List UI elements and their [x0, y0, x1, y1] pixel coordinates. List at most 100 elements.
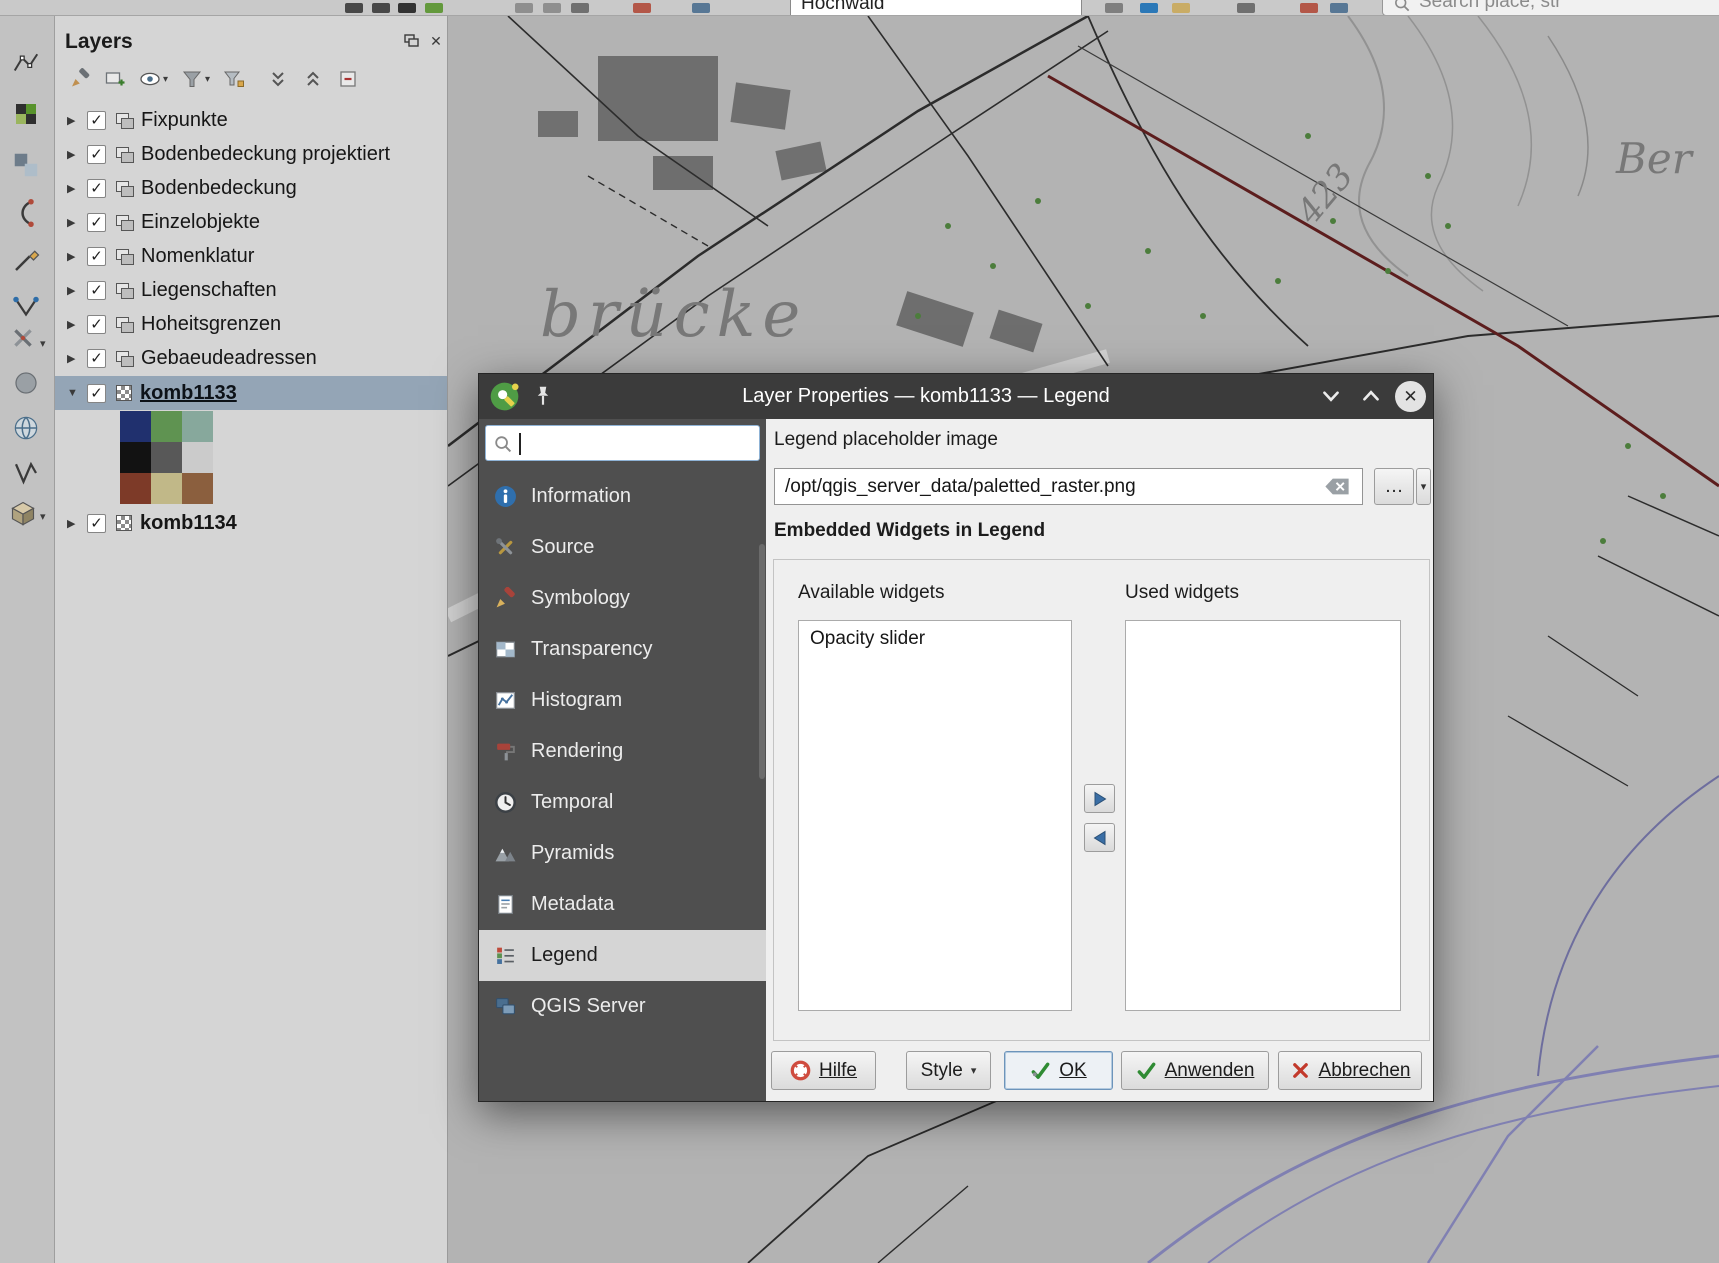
dialog-titlebar[interactable]: Layer Properties — komb1133 — Legend ✕ — [479, 374, 1433, 419]
apply-button[interactable]: Anwenden — [1121, 1051, 1269, 1090]
tab-rendering[interactable]: Rendering — [479, 726, 766, 777]
layer-tree-group[interactable]: ▶✓Bodenbedeckung projektiert — [55, 137, 447, 171]
layer-checkbox[interactable]: ✓ — [87, 145, 106, 164]
layer-tree-item-komb1133[interactable]: ▼✓komb1133 — [55, 376, 447, 410]
toolbar-icon-partial[interactable] — [633, 3, 651, 13]
expand-icon[interactable]: ▶ — [67, 250, 83, 263]
toolbar-icon-partial[interactable] — [1105, 3, 1123, 13]
expand-icon[interactable]: ▶ — [67, 114, 83, 127]
expand-icon[interactable]: ▶ — [67, 352, 83, 365]
expand-icon[interactable]: ▶ — [67, 517, 83, 530]
left-toolbar-button[interactable] — [8, 96, 44, 132]
toolbar-icon-partial[interactable] — [1237, 3, 1255, 13]
ok-button[interactable]: OK — [1004, 1051, 1113, 1090]
expand-icon[interactable]: ▶ — [67, 182, 83, 195]
expand-icon[interactable]: ▶ — [67, 318, 83, 331]
layer-tree-group[interactable]: ▶✓Gebaeudeadressen — [55, 341, 447, 375]
clear-field-icon[interactable] — [1324, 477, 1350, 496]
chevron-down-icon[interactable]: ▾ — [40, 337, 46, 350]
toolbar-icon-partial[interactable] — [1330, 3, 1348, 13]
close-dialog-button[interactable]: ✕ — [1395, 381, 1426, 412]
expand-icon[interactable]: ▶ — [67, 148, 83, 161]
path-dropdown-button[interactable]: ▾ — [1416, 468, 1431, 505]
left-toolbar-button[interactable] — [8, 147, 44, 183]
tab-source[interactable]: Source — [479, 522, 766, 573]
layer-checkbox[interactable]: ✓ — [87, 315, 106, 334]
remove-layer-button[interactable] — [335, 66, 361, 92]
collapse-icon[interactable]: ▼ — [67, 387, 83, 399]
collapse-all-button[interactable] — [300, 66, 326, 92]
left-toolbar-button[interactable] — [8, 365, 44, 401]
manage-map-themes-button[interactable] — [137, 66, 163, 92]
tab-symbology[interactable]: Symbology — [479, 573, 766, 624]
left-toolbar-button[interactable] — [8, 45, 44, 81]
layer-tree-group[interactable]: ▶✓Nomenklatur — [55, 239, 447, 273]
toolbar-icon-partial[interactable] — [1172, 3, 1190, 13]
properties-search-input[interactable] — [518, 428, 755, 458]
chevron-down-icon[interactable]: ▾ — [40, 510, 46, 523]
tab-transparency[interactable]: Transparency — [479, 624, 766, 675]
layer-tree-group[interactable]: ▶✓Bodenbedeckung — [55, 171, 447, 205]
tab-qgis-server[interactable]: QGIS Server — [479, 981, 766, 1032]
layer-checkbox[interactable]: ✓ — [87, 384, 106, 403]
expand-all-button[interactable] — [265, 66, 291, 92]
toolbar-icon-partial[interactable] — [425, 3, 443, 13]
pin-icon[interactable] — [531, 384, 555, 408]
tab-temporal[interactable]: Temporal — [479, 777, 766, 828]
list-item-opacity-slider[interactable]: Opacity slider — [799, 621, 1071, 657]
layer-checkbox[interactable]: ✓ — [87, 514, 106, 533]
toolbar-icon-partial[interactable] — [543, 3, 561, 13]
toolbar-icon-partial[interactable] — [571, 3, 589, 13]
left-toolbar-button[interactable] — [8, 242, 44, 278]
available-widgets-list[interactable]: Opacity slider — [798, 620, 1072, 1011]
locator-search-input[interactable]: Search place, str — [1382, 0, 1719, 16]
close-panel-icon[interactable]: ✕ — [427, 33, 445, 49]
left-toolbar-button[interactable] — [8, 410, 44, 446]
float-panel-icon[interactable] — [403, 33, 421, 49]
toolbar-icon-partial[interactable] — [692, 3, 710, 13]
chevron-down-icon[interactable]: ▾ — [205, 74, 210, 85]
used-widgets-list[interactable] — [1125, 620, 1401, 1011]
layer-checkbox[interactable]: ✓ — [87, 213, 106, 232]
properties-search-field[interactable] — [485, 425, 760, 461]
toolbar-icon-partial[interactable] — [1300, 3, 1318, 13]
left-toolbar-button[interactable] — [8, 323, 38, 353]
tab-histogram[interactable]: Histogram — [479, 675, 766, 726]
chevron-down-icon[interactable] — [1319, 384, 1343, 408]
left-toolbar-button[interactable] — [8, 289, 44, 325]
chevron-down-icon[interactable]: ▾ — [163, 74, 168, 85]
layer-checkbox[interactable]: ✓ — [87, 349, 106, 368]
layer-tree-group[interactable]: ▶✓Einzelobjekte — [55, 205, 447, 239]
help-button[interactable]: Hilfe — [771, 1051, 876, 1090]
cancel-button[interactable]: Abbrechen — [1278, 1051, 1422, 1090]
toolbar-icon-partial[interactable] — [398, 3, 416, 13]
scale-combo[interactable]: Hochwald — [790, 0, 1082, 16]
add-group-button[interactable] — [102, 66, 128, 92]
layer-tree-item-komb1134[interactable]: ▶✓komb1134 — [55, 506, 447, 540]
tab-information[interactable]: Information — [479, 471, 766, 522]
toolbar-icon-partial[interactable] — [1140, 3, 1158, 13]
layer-checkbox[interactable]: ✓ — [87, 179, 106, 198]
tab-metadata[interactable]: Metadata — [479, 879, 766, 930]
move-right-button[interactable] — [1084, 784, 1115, 813]
layer-styling-button[interactable] — [67, 66, 93, 92]
filter-legend-button[interactable] — [179, 66, 205, 92]
legend-placeholder-path-input[interactable] — [774, 468, 1363, 505]
toolbar-icon-partial[interactable] — [345, 3, 363, 13]
tab-pyramids[interactable]: Pyramids — [479, 828, 766, 879]
layer-tree-group[interactable]: ▶✓Hoheitsgrenzen — [55, 307, 447, 341]
toolbar-icon-partial[interactable] — [515, 3, 533, 13]
sidebar-scrollbar[interactable] — [759, 544, 765, 779]
left-toolbar-button[interactable] — [8, 195, 44, 231]
tab-legend[interactable]: Legend — [479, 930, 766, 981]
layer-checkbox[interactable]: ✓ — [87, 111, 106, 130]
layer-checkbox[interactable]: ✓ — [87, 247, 106, 266]
toolbar-icon-partial[interactable] — [372, 3, 390, 13]
left-toolbar-button[interactable] — [8, 455, 44, 491]
left-toolbar-button[interactable] — [8, 498, 38, 528]
expand-icon[interactable]: ▶ — [67, 284, 83, 297]
style-button[interactable]: Style ▾ — [906, 1051, 991, 1090]
chevron-up-icon[interactable] — [1359, 384, 1383, 408]
filter-by-expression-button[interactable] — [221, 66, 247, 92]
layer-tree-group[interactable]: ▶✓Fixpunkte — [55, 103, 447, 137]
